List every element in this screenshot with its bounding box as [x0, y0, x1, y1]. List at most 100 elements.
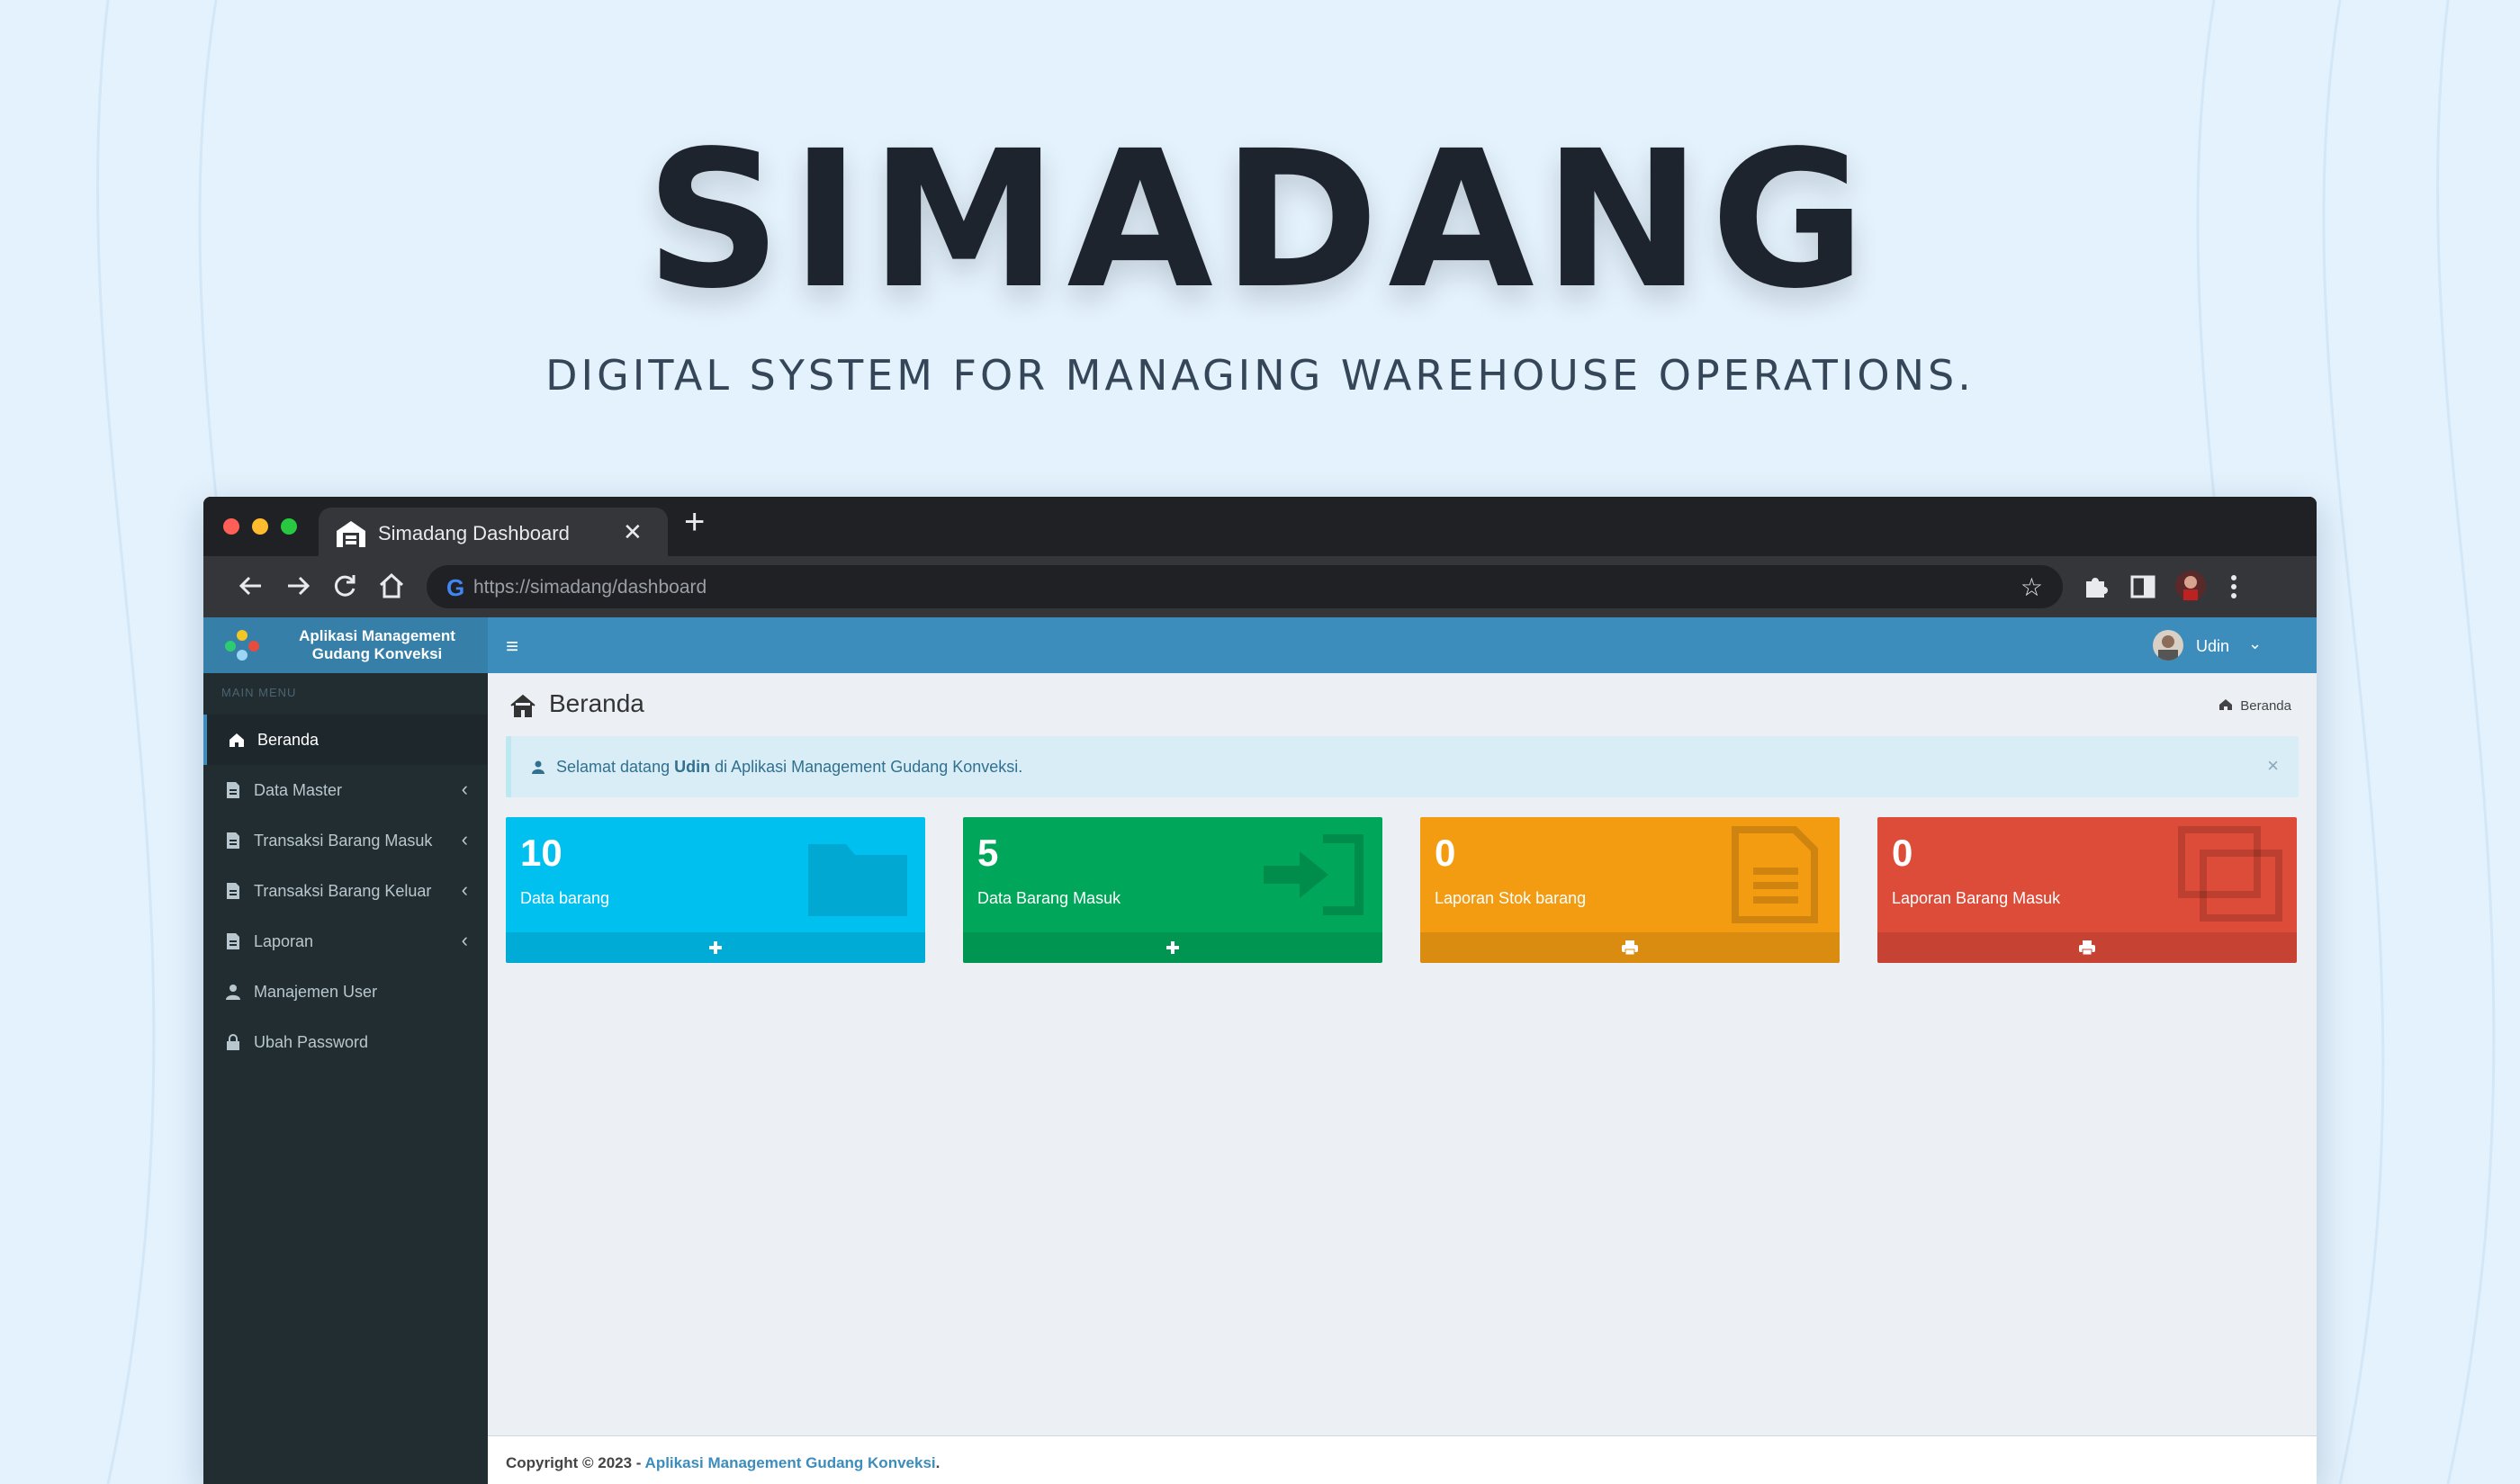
sidebar-item-label: Laporan	[254, 932, 314, 950]
back-icon[interactable]	[236, 571, 266, 601]
app-footer: Copyright © 2023 - Aplikasi Management G…	[488, 1435, 2317, 1484]
sidebar-item-label: Transaksi Barang Keluar	[254, 882, 432, 900]
sidebar-item-laporan[interactable]: Laporan ‹	[203, 916, 488, 967]
browser-toolbar: G https://simadang/dashboard ☆	[203, 556, 2317, 617]
reload-icon[interactable]	[329, 571, 360, 601]
stat-label: Data Barang Masuk	[977, 889, 1121, 907]
stat-footer-print[interactable]	[1420, 932, 1840, 963]
user-name: Udin	[2196, 637, 2230, 655]
alert-prefix: Selamat datang	[556, 758, 675, 776]
sidebar-toggle-icon[interactable]: ≡	[506, 634, 518, 660]
window-minimize-control[interactable]	[252, 518, 268, 535]
home-icon	[2219, 699, 2233, 710]
address-bar[interactable]: G https://simadang/dashboard ☆	[427, 565, 2063, 608]
home-icon	[230, 733, 244, 747]
file-icon	[227, 782, 239, 798]
stat-label: Data barang	[520, 889, 610, 907]
browser-window: Simadang Dashboard ✕ + G https://simadan…	[203, 497, 2317, 1484]
browser-tab-bar: Simadang Dashboard ✕ +	[203, 497, 2317, 558]
app-page: Aplikasi Management Gudang Konveksi ≡ Ud…	[203, 617, 2317, 1484]
chevron-left-icon: ‹	[461, 778, 468, 800]
breadcrumb-label: Beranda	[2240, 698, 2291, 714]
user-icon	[532, 760, 544, 774]
more-menu-icon[interactable]	[2227, 571, 2241, 603]
stat-value: 0	[1892, 832, 1913, 874]
print-icon	[2079, 940, 2095, 956]
hero-subtitle: DIGITAL SYSTEM FOR MANAGING WAREHOUSE OP…	[545, 351, 1975, 400]
extensions-icon[interactable]	[2081, 571, 2110, 603]
sidebar: MAIN MENU Beranda Data Master ‹ Transaks…	[203, 673, 488, 1484]
alert-user: Udin	[674, 758, 711, 776]
window-close-control[interactable]	[223, 518, 239, 535]
footer-text: Copyright © 2023 - Aplikasi Management G…	[506, 1454, 940, 1472]
alert-text: Selamat datang Udin di Aplikasi Manageme…	[556, 758, 1022, 777]
stat-box-laporan-stok: 0 Laporan Stok barang	[1420, 817, 1840, 963]
hero-title: SIMADANG	[645, 110, 1875, 330]
window-maximize-control[interactable]	[281, 518, 297, 535]
sidebar-item-data-master[interactable]: Data Master ‹	[203, 765, 488, 815]
plus-icon	[1166, 941, 1179, 954]
footer-end: .	[935, 1454, 940, 1471]
sidebar-item-transaksi-barang-keluar[interactable]: Transaksi Barang Keluar ‹	[203, 866, 488, 916]
chevron-left-icon: ‹	[461, 878, 468, 901]
hero: SIMADANG DIGITAL SYSTEM FOR MANAGING WAR…	[0, 0, 2520, 486]
close-icon[interactable]: ×	[2267, 754, 2279, 778]
home-icon[interactable]	[376, 571, 407, 601]
stat-footer-add[interactable]	[506, 932, 925, 963]
document-icon	[1732, 826, 1818, 923]
logo-mark-icon	[225, 630, 259, 661]
stat-footer-add[interactable]	[963, 932, 1382, 963]
sidebar-item-label: Beranda	[257, 731, 320, 749]
footer-link[interactable]: Aplikasi Management Gudang Konveksi	[645, 1454, 936, 1471]
file-icon	[227, 883, 239, 899]
main-content: Beranda Beranda Selamat datang Udin di A…	[488, 673, 2317, 1484]
stat-value: 5	[977, 832, 999, 874]
print-icon	[1622, 940, 1638, 956]
forward-icon[interactable]	[283, 571, 313, 601]
new-tab-button[interactable]: +	[684, 504, 705, 540]
side-panel-icon[interactable]	[2129, 571, 2156, 603]
alert-suffix: di Aplikasi Management Gudang Konveksi.	[710, 758, 1023, 776]
profile-avatar[interactable]	[2174, 570, 2207, 602]
user-avatar	[2153, 630, 2183, 661]
sign-in-icon	[1264, 834, 1364, 915]
tab-title: Simadang Dashboard	[378, 522, 570, 544]
sidebar-item-manajemen-user[interactable]: Manajemen User	[203, 967, 488, 1017]
stat-value: 10	[520, 832, 562, 874]
sidebar-menu-header: MAIN MENU	[221, 686, 297, 699]
app-logo[interactable]: Aplikasi Management Gudang Konveksi	[203, 617, 488, 673]
sidebar-item-label: Transaksi Barang Masuk	[254, 832, 433, 850]
bookmark-star-icon[interactable]: ☆	[2020, 572, 2043, 602]
stat-label: Laporan Barang Masuk	[1892, 889, 2061, 907]
chevron-left-icon: ‹	[461, 929, 468, 951]
google-icon: G	[446, 574, 465, 601]
warehouse-icon	[337, 521, 365, 547]
browser-tab[interactable]: Simadang Dashboard ✕	[319, 508, 668, 558]
sidebar-item-label: Data Master	[254, 781, 343, 799]
plus-icon	[709, 941, 722, 954]
app-navbar: ≡ Udin ⌄	[488, 617, 2317, 673]
stat-footer-print[interactable]	[1877, 932, 2297, 963]
breadcrumb[interactable]: Beranda	[2218, 698, 2291, 714]
stat-label: Laporan Stok barang	[1435, 889, 1587, 907]
stat-value: 0	[1435, 832, 1456, 874]
sidebar-item-label: Ubah Password	[254, 1033, 369, 1051]
folder-icon	[808, 844, 907, 916]
user-menu[interactable]: Udin ⌄	[2153, 630, 2279, 661]
welcome-alert: Selamat datang Udin di Aplikasi Manageme…	[506, 736, 2299, 797]
copy-icon	[2178, 826, 2282, 922]
user-icon	[226, 985, 240, 1000]
tab-close-icon[interactable]: ✕	[623, 518, 643, 546]
stat-box-data-barang: 10 Data barang	[506, 817, 925, 963]
chevron-left-icon: ‹	[461, 828, 468, 850]
lock-icon	[227, 1034, 239, 1050]
sidebar-item-ubah-password[interactable]: Ubah Password	[203, 1017, 488, 1067]
page-title: Beranda	[549, 689, 644, 717]
footer-copyright: Copyright © 2023 -	[506, 1454, 645, 1471]
sidebar-item-beranda[interactable]: Beranda	[203, 715, 488, 765]
file-icon	[227, 832, 239, 849]
stat-box-barang-masuk: 5 Data Barang Masuk	[963, 817, 1382, 963]
user-avatar-icon	[2158, 635, 2178, 661]
sidebar-item-transaksi-barang-masuk[interactable]: Transaksi Barang Masuk ‹	[203, 815, 488, 866]
url-text[interactable]: https://simadang/dashboard	[473, 577, 706, 598]
